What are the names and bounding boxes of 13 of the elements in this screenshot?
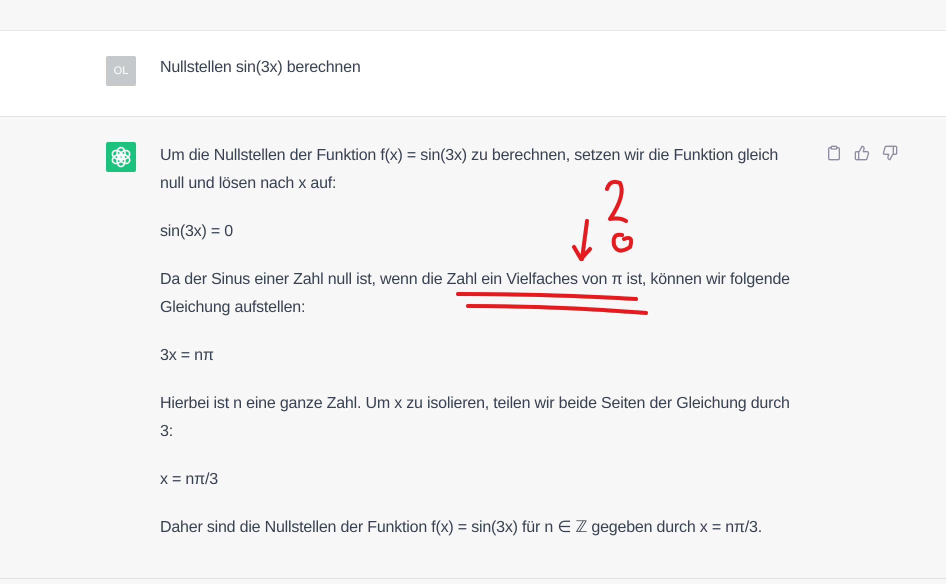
answer-paragraph: 3x = nπ	[160, 346, 215, 366]
answer-paragraph: Daher sind die Nullstellen der Funktion f(x) = sin(3x) für n ∈ ℤ gegeben durch x = nπ/3.	[160, 518, 763, 538]
answer-paragraph: Hierbei ist n eine ganze Zahl. Um x zu isolieren, teilen wir beide Seiten der Gleichung durch 3:	[160, 394, 791, 442]
thumbs-down-icon[interactable]	[882, 145, 898, 161]
answer-paragraph: sin(3x) = 0	[160, 222, 234, 242]
thumbs-up-icon[interactable]	[854, 145, 870, 161]
answer-paragraph: Um die Nullstellen der Funktion f(x) = sin(3x) zu berechnen, setzen wir die Funktion gleich null und lösen nach x auf:	[160, 146, 780, 194]
copy-icon[interactable]	[826, 145, 842, 161]
user-message: Nullstellen sin(3x) berechnen	[160, 58, 362, 78]
answer-paragraph: Da der Sinus einer Zahl null ist, wenn die Zahl ein Vielfaches von π ist, können wir folgende Gleichung aufstellen:	[160, 270, 791, 318]
user-avatar: OL	[106, 56, 136, 86]
answer-paragraph: x = nπ/3	[160, 470, 219, 490]
assistant-logo-icon	[106, 142, 136, 172]
